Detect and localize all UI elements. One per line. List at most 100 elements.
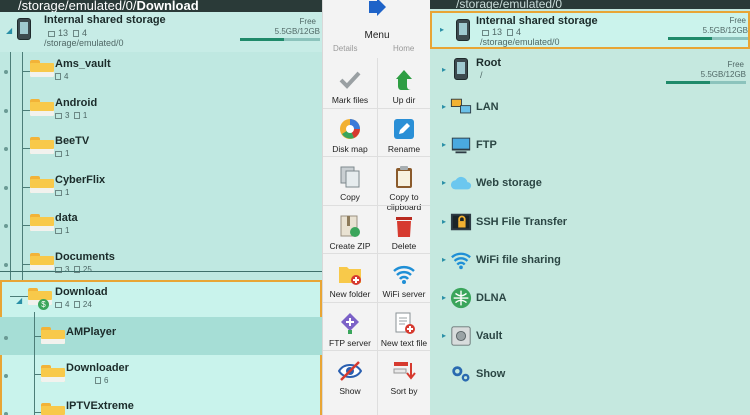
menu-item-label: New text file	[380, 337, 428, 348]
expand-arrow-icon[interactable]: ▸	[442, 255, 446, 264]
expand-arrow-icon[interactable]: ▸	[440, 25, 444, 34]
tree-dot	[4, 147, 8, 151]
collapse-arrow-icon[interactable]: ◢	[6, 26, 12, 35]
tree-line	[22, 109, 30, 111]
storage-usage-bar	[668, 37, 748, 40]
folder-name: Android	[55, 96, 98, 109]
expand-arrow-icon[interactable]: ▸	[442, 331, 446, 340]
folder-icon	[30, 98, 54, 116]
expand-arrow-icon[interactable]: ▸	[442, 102, 446, 111]
file-count: 1	[82, 110, 88, 120]
expand-arrow-icon[interactable]: ▸	[442, 293, 446, 302]
expand-arrow-icon[interactable]: ▸	[442, 217, 446, 226]
menu-item-rename[interactable]: Rename	[377, 111, 431, 159]
folder-counts: 3 25	[55, 265, 92, 274]
pencil-icon	[392, 117, 416, 141]
tree-dot	[4, 185, 8, 190]
menu-item-label: Up dir	[392, 95, 416, 105]
expand-arrow-icon[interactable]: ▸	[442, 65, 446, 74]
menu-item-label: Delete	[391, 240, 417, 251]
storage-row[interactable]: ◢ Internal shared storage 13 4 /storage/…	[0, 12, 322, 52]
folder-counts: 4	[55, 72, 68, 81]
folder-name: BeeTV	[55, 135, 90, 147]
expand-arrow-icon[interactable]: ▸	[442, 178, 446, 187]
folder-count: 1	[65, 187, 70, 197]
folder-count-icon	[55, 151, 62, 157]
left-path-bar[interactable]: /storage/emulated/0/Download	[0, 0, 322, 12]
file-count-icon	[73, 30, 80, 37]
menu-item-show[interactable]: Show	[323, 353, 377, 401]
menu-item-mark-files[interactable]: Mark files	[323, 62, 377, 110]
location-label: Vault	[476, 330, 503, 343]
dlna-icon	[450, 287, 472, 309]
menu-divider	[323, 350, 431, 351]
folder-icon	[30, 252, 54, 270]
menu-item-copy-to-clipboard[interactable]: Copy to clipboard	[377, 159, 431, 212]
folder-icon	[30, 214, 54, 231]
expand-arrow-icon[interactable]: ◢	[16, 296, 22, 305]
free-label: Free	[299, 17, 316, 26]
menu-item-copy[interactable]: Copy	[323, 159, 377, 207]
storage-folder-count: 13	[58, 28, 69, 38]
folder-counts: 1	[55, 226, 74, 235]
menu-ghost-left: Details	[333, 44, 358, 53]
folder-name: AMPlayer	[66, 326, 117, 338]
cloud-icon	[450, 172, 472, 194]
sort-icon	[392, 359, 416, 383]
arrow-up-icon	[392, 68, 416, 92]
root-row[interactable]: ▸ Root / Free 5.5GB/12GB	[430, 52, 750, 90]
trash-icon	[392, 214, 416, 238]
menu-item-wifi-server[interactable]: WiFi server	[377, 256, 431, 304]
folder-icon	[30, 60, 54, 77]
location-wifi-file-sharing[interactable]: ▸ WiFi file sharing	[430, 242, 750, 280]
folder-row[interactable]: BeeTV 1	[0, 129, 322, 167]
location-show[interactable]: Show	[430, 356, 750, 394]
menu-item-new-text-file[interactable]: New text file	[377, 305, 431, 353]
location-lan[interactable]: ▸ LAN	[430, 89, 750, 127]
gears-icon	[450, 363, 472, 385]
right-path-bar[interactable]: /storage/emulated/0	[430, 0, 750, 9]
storage-path: /storage/emulated/0	[44, 38, 124, 48]
free-value: 5.5GB/12GB	[274, 27, 320, 36]
storage-row-selected[interactable]: ▸ Internal shared storage 13 4 /storage/…	[430, 11, 750, 49]
menu-item-create-zip[interactable]: Create ZIP	[323, 208, 377, 256]
folder-row[interactable]: AMPlayer	[0, 318, 322, 356]
storage-name: Internal shared storage	[44, 14, 166, 26]
storage-usage-fill	[668, 37, 712, 40]
menu-divider	[323, 107, 431, 109]
menu-item-new-folder[interactable]: New folder	[323, 256, 377, 304]
check-icon	[338, 68, 362, 92]
folder-name: IPTVExtreme	[66, 400, 134, 412]
location-dlna[interactable]: ▸ DLNA	[430, 280, 750, 318]
menu-item-ftp-server[interactable]: FTP server	[323, 305, 377, 353]
folder-row[interactable]: Android 3 1	[0, 91, 322, 129]
tree-dot	[4, 224, 8, 228]
folder-row[interactable]: Downloader 6	[0, 356, 322, 394]
location-vault[interactable]: ▸ Vault	[430, 318, 750, 356]
wifi-icon	[450, 249, 472, 271]
folder-count-icon	[48, 31, 55, 37]
folder-count: 3	[65, 110, 70, 120]
folder-row[interactable]: Documents 3 25	[0, 245, 322, 283]
folder-row[interactable]: IPTVExtreme	[0, 394, 322, 415]
menu-item-delete[interactable]: Delete	[377, 208, 431, 256]
location-ftp[interactable]: ▸ FTP	[430, 127, 750, 165]
folder-name: data	[55, 212, 78, 224]
folder-row[interactable]: data 1	[0, 206, 322, 244]
location-label: Show	[476, 368, 506, 381]
download-folder-name[interactable]: Download	[55, 286, 108, 298]
location-ssh-file-transfer[interactable]: ▸ SSH File Transfer	[430, 204, 750, 242]
expand-arrow-icon[interactable]: ▸	[442, 140, 446, 149]
tree-dot	[4, 336, 8, 340]
folder-row[interactable]: CyberFlix 1	[0, 168, 322, 206]
menu-item-disk-map[interactable]: Disk map	[323, 111, 377, 159]
file-count-icon	[73, 111, 80, 119]
menu-item-up-dir[interactable]: Up dir	[377, 62, 431, 110]
location-label: Web storage	[476, 177, 542, 190]
menu-item-label: Show	[339, 386, 361, 396]
location-web-storage[interactable]: ▸ Web storage	[430, 165, 750, 203]
folder-row[interactable]: Ams_vault 4	[0, 52, 322, 90]
menu-item-sort-by[interactable]: Sort by	[377, 353, 431, 401]
arrow-right-icon[interactable]	[367, 0, 387, 18]
device-icon	[456, 19, 470, 41]
